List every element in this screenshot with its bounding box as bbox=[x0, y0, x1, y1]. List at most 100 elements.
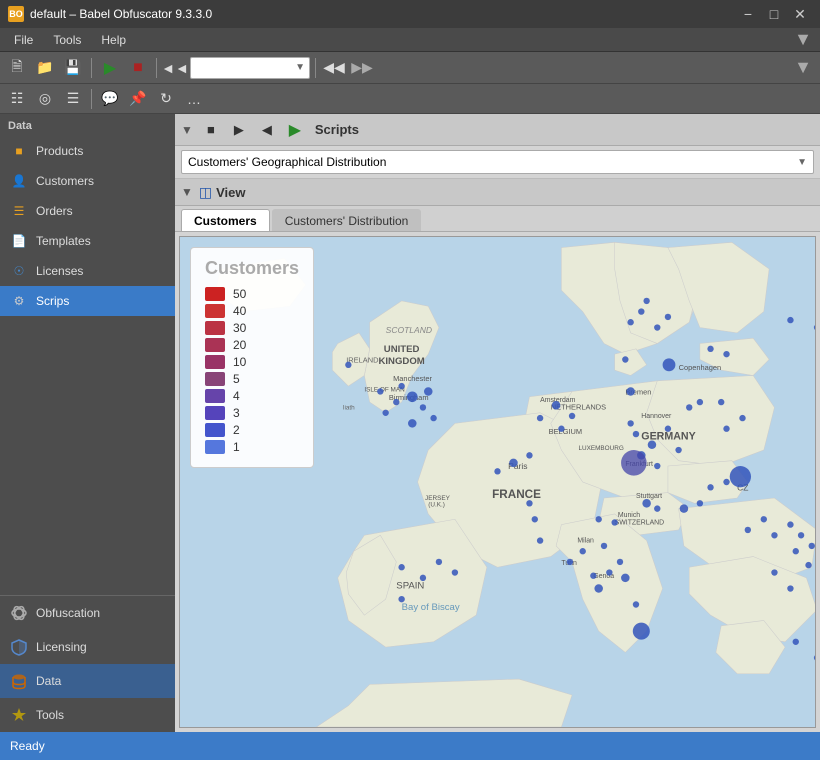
back-button[interactable]: ◄◄ bbox=[162, 56, 188, 80]
legend-item-9: 1 bbox=[205, 440, 299, 454]
legend-label-2: 30 bbox=[233, 321, 246, 335]
menu-arrow[interactable]: ▼ bbox=[790, 29, 816, 50]
maximize-button[interactable]: □ bbox=[762, 4, 786, 24]
status-text: Ready bbox=[10, 739, 45, 753]
menu-bar: File Tools Help ▼ bbox=[0, 28, 820, 52]
tabs-bar: Customers Customers' Distribution bbox=[175, 206, 820, 232]
toolbar-1: 🗎 📁 💾 ▶ ■ ◄◄ ▼ ◀◀ ▶▶ ▼ bbox=[0, 52, 820, 84]
script-run-button[interactable]: ▶ bbox=[283, 118, 307, 142]
nav-fwd[interactable]: ▶▶ bbox=[349, 56, 375, 80]
dropdown-arrow-icon: ▼ bbox=[797, 157, 807, 168]
toolbar-arrow[interactable]: ▼ bbox=[790, 57, 816, 78]
view-dropdown[interactable]: Customers' Geographical Distribution ▼ bbox=[181, 150, 814, 174]
svg-text:SPAIN: SPAIN bbox=[396, 581, 424, 592]
legend-color-1 bbox=[205, 304, 225, 318]
sidebar-item-products[interactable]: ■ Products bbox=[0, 136, 175, 166]
legend-title: Customers bbox=[205, 258, 299, 279]
sidebar-item-orders[interactable]: ☰ Orders bbox=[0, 196, 175, 226]
comment-button[interactable]: 💬 bbox=[97, 87, 123, 111]
script-btn-2[interactable]: ▶ bbox=[227, 118, 251, 142]
map-legend: Customers 50 40 30 20 bbox=[190, 247, 314, 468]
sidebar-item-data[interactable]: Data bbox=[0, 664, 175, 698]
sidebar-item-licensing[interactable]: Licensing bbox=[0, 630, 175, 664]
sidebar-label-tools: Tools bbox=[36, 708, 64, 722]
refresh-button[interactable]: ↻ bbox=[153, 87, 179, 111]
scripts-header: ▼ ■ ▶ ◀ ▶ Scripts bbox=[175, 114, 820, 146]
stop-button[interactable]: ■ bbox=[125, 56, 151, 80]
legend-color-7 bbox=[205, 406, 225, 420]
legend-label-4: 10 bbox=[233, 355, 246, 369]
script-btn-3[interactable]: ◀ bbox=[255, 118, 279, 142]
legend-color-4 bbox=[205, 355, 225, 369]
collapse-arrow[interactable]: ▼ bbox=[181, 123, 193, 137]
legend-label-3: 20 bbox=[233, 338, 246, 352]
save-button[interactable]: 💾 bbox=[60, 56, 86, 80]
sidebar-item-licenses[interactable]: ☉ Licenses bbox=[0, 256, 175, 286]
orders-icon: ☰ bbox=[10, 202, 28, 220]
sidebar-label-licensing: Licensing bbox=[36, 640, 87, 654]
run-button[interactable]: ▶ bbox=[97, 56, 123, 80]
sidebar-item-scrips[interactable]: ⚙ Scrips bbox=[0, 286, 175, 316]
legend-label-1: 40 bbox=[233, 304, 246, 318]
view-header: ▼ ◫ View bbox=[175, 178, 820, 206]
legend-item-4: 10 bbox=[205, 355, 299, 369]
licensing-icon bbox=[10, 638, 28, 656]
open-button[interactable]: 📁 bbox=[32, 56, 58, 80]
separator-4 bbox=[91, 89, 92, 109]
nav-back[interactable]: ◀◀ bbox=[321, 56, 347, 80]
target-button[interactable]: ◎ bbox=[32, 87, 58, 111]
close-button[interactable]: ✕ bbox=[788, 4, 812, 24]
templates-icon: 📄 bbox=[10, 232, 28, 250]
sidebar-label-customers: Customers bbox=[36, 174, 94, 188]
title-bar: BO default – Babel Obfuscator 9.3.3.0 − … bbox=[0, 0, 820, 28]
map-container[interactable]: Customers 50 40 30 20 bbox=[179, 236, 816, 728]
legend-color-6 bbox=[205, 389, 225, 403]
svg-text:Copenhagen: Copenhagen bbox=[679, 363, 722, 372]
menu-file[interactable]: File bbox=[4, 31, 43, 49]
legend-item-6: 4 bbox=[205, 389, 299, 403]
menu-help[interactable]: Help bbox=[91, 31, 136, 49]
menu-tools[interactable]: Tools bbox=[43, 31, 91, 49]
sidebar-label-data: Data bbox=[36, 674, 61, 688]
sidebar-section-data: Data bbox=[0, 114, 175, 136]
sidebar-bottom: Obfuscation Licensing Data Tools bbox=[0, 595, 175, 732]
sidebar-item-templates[interactable]: 📄 Templates bbox=[0, 226, 175, 256]
layout-button[interactable]: ☰ bbox=[60, 87, 86, 111]
svg-text:Bay of Biscay: Bay of Biscay bbox=[402, 602, 460, 613]
tab-distribution[interactable]: Customers' Distribution bbox=[272, 209, 422, 231]
app-title: default – Babel Obfuscator 9.3.3.0 bbox=[30, 7, 212, 21]
legend-label-9: 1 bbox=[233, 440, 240, 454]
legend-item-2: 30 bbox=[205, 321, 299, 335]
status-bar: Ready bbox=[0, 732, 820, 760]
svg-text:liath: liath bbox=[343, 405, 355, 412]
svg-text:Hannover: Hannover bbox=[641, 413, 672, 420]
svg-text:FRANCE: FRANCE bbox=[492, 488, 541, 501]
sidebar-item-tools[interactable]: Tools bbox=[0, 698, 175, 732]
sidebar-item-customers[interactable]: 👤 Customers bbox=[0, 166, 175, 196]
more-button[interactable]: … bbox=[181, 87, 207, 111]
svg-text:LUXEMBOURG: LUXEMBOURG bbox=[578, 445, 623, 452]
tools-icon bbox=[10, 706, 28, 724]
legend-item-5: 5 bbox=[205, 372, 299, 386]
pin-button[interactable]: 📌 bbox=[125, 87, 151, 111]
data-icon bbox=[10, 672, 28, 690]
sidebar-item-obfuscation[interactable]: Obfuscation bbox=[0, 596, 175, 630]
licenses-icon: ☉ bbox=[10, 262, 28, 280]
legend-color-9 bbox=[205, 440, 225, 454]
svg-text:GERMANY: GERMANY bbox=[641, 430, 695, 442]
app-icon: BO bbox=[8, 6, 24, 22]
sidebar-label-templates: Templates bbox=[36, 234, 91, 248]
svg-text:BELGIUM: BELGIUM bbox=[549, 427, 582, 436]
sidebar: Data ■ Products 👤 Customers ☰ Orders 📄 T… bbox=[0, 114, 175, 732]
window-controls[interactable]: − □ ✕ bbox=[736, 4, 812, 24]
view-collapse-arrow[interactable]: ▼ bbox=[181, 185, 193, 199]
legend-color-0 bbox=[205, 287, 225, 301]
tab-customers[interactable]: Customers bbox=[181, 209, 270, 231]
grid-button[interactable]: ☷ bbox=[4, 87, 30, 111]
new-button[interactable]: 🗎 bbox=[4, 56, 30, 80]
script-btn-1[interactable]: ■ bbox=[199, 118, 223, 142]
run-dropdown[interactable]: ▼ bbox=[190, 57, 310, 79]
sidebar-label-products: Products bbox=[36, 144, 83, 158]
svg-text:SWITZERLAND: SWITZERLAND bbox=[615, 520, 665, 527]
minimize-button[interactable]: − bbox=[736, 4, 760, 24]
